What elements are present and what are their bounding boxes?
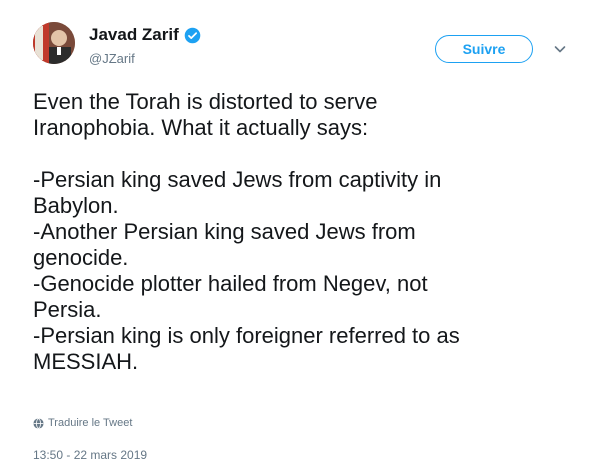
tweet-line: -Another Persian king saved Jews from (33, 219, 416, 244)
tweet-line: -Genocide plotter hailed from Negev, not (33, 271, 428, 296)
tweet-card: Javad Zarif @JZarif Suivre Even the Tora… (0, 0, 600, 472)
tweet-text: Even the Torah is distorted to serve Ira… (33, 89, 573, 375)
tweet-line: genocide. (33, 245, 129, 270)
tweet-timestamp[interactable]: 13:50 - 22 mars 2019 (33, 448, 147, 462)
tweet-line: -Persian king is only foreigner referred… (33, 323, 460, 348)
author-display-name[interactable]: Javad Zarif (89, 25, 179, 45)
globe-icon (33, 417, 44, 429)
tweet-line: Iranophobia. What it actually says: (33, 115, 369, 140)
tweet-line: MESSIAH. (33, 349, 139, 374)
avatar[interactable] (33, 22, 75, 64)
author-name-row: Javad Zarif (89, 25, 201, 45)
follow-button[interactable]: Suivre (435, 35, 533, 63)
translate-tweet-link[interactable]: Traduire le Tweet (33, 417, 132, 429)
tweet-line: -Persian king saved Jews from captivity … (33, 167, 442, 192)
chevron-down-icon[interactable] (553, 42, 567, 56)
verified-badge-icon (184, 27, 201, 43)
translate-label[interactable]: Traduire le Tweet (48, 417, 132, 429)
tweet-line: Babylon. (33, 193, 119, 218)
author-handle[interactable]: @JZarif (89, 51, 135, 67)
tweet-line: Even the Torah is distorted to serve (33, 89, 378, 114)
tweet-line: Persia. (33, 297, 102, 322)
